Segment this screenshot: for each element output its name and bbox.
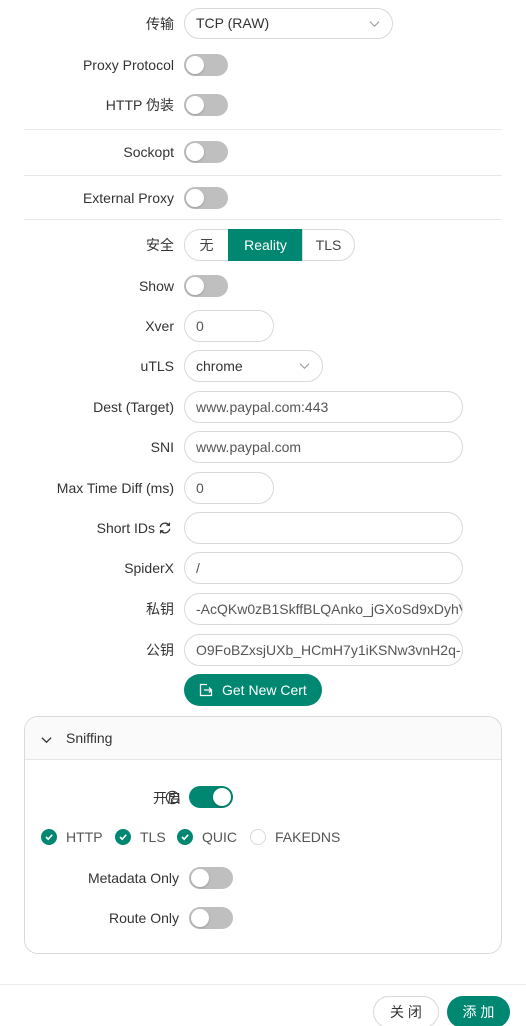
external-proxy-switch[interactable] xyxy=(184,187,228,209)
transport-value: TCP (RAW) xyxy=(196,15,270,31)
utls-row: uTLS chrome xyxy=(0,350,526,382)
utls-select[interactable]: chrome xyxy=(184,350,323,382)
private-key-input[interactable]: -AcQKw0zB1SkffBLQAnko_jGXoSd9xDyhV xyxy=(184,593,463,625)
utls-value: chrome xyxy=(196,358,243,374)
proxy-protocol-label: Proxy Protocol xyxy=(82,57,174,73)
close-button[interactable]: 关 闭 xyxy=(373,996,439,1026)
switch-knob xyxy=(191,869,209,887)
max-time-diff-input[interactable]: 0 xyxy=(184,472,274,504)
http-checkbox[interactable] xyxy=(41,829,57,845)
security-row: 安全 无 Reality TLS xyxy=(0,229,526,261)
sni-row: SNI www.paypal.com xyxy=(0,431,526,463)
switch-knob xyxy=(186,143,204,161)
sockopt-label: Sockopt xyxy=(123,144,174,160)
private-key-row: 私钥 -AcQKw0zB1SkffBLQAnko_jGXoSd9xDyhV xyxy=(0,593,526,625)
quic-checkbox-label: QUIC xyxy=(202,829,237,845)
divider xyxy=(24,129,502,130)
external-proxy-label: External Proxy xyxy=(82,190,174,206)
switch-knob xyxy=(186,277,204,295)
chevron-down-icon xyxy=(299,363,310,370)
quic-checkbox[interactable] xyxy=(177,829,193,845)
dest-row: Dest (Target) www.paypal.com:443 xyxy=(0,391,526,423)
metadata-only-switch[interactable] xyxy=(189,867,233,889)
short-ids-label: Short IDs xyxy=(96,520,155,536)
xver-row: Xver 0 xyxy=(0,310,526,342)
xver-label: Xver xyxy=(145,318,174,334)
get-new-cert-label: Get New Cert xyxy=(222,682,307,698)
transport-row: 传输 TCP (RAW) xyxy=(0,8,526,40)
external-proxy-row: External Proxy xyxy=(0,182,526,214)
divider xyxy=(24,219,502,220)
chevron-down-icon xyxy=(41,737,52,744)
fakedns-checkbox-label: FAKEDNS xyxy=(275,829,341,845)
check-icon xyxy=(45,834,53,841)
fakedns-checkbox[interactable] xyxy=(250,829,266,845)
tls-checkbox-label: TLS xyxy=(140,829,166,845)
dest-label: Dest (Target) xyxy=(93,399,174,415)
http-camouflage-label: HTTP 伪装 xyxy=(105,97,174,113)
max-time-diff-label: Max Time Diff (ms) xyxy=(56,480,174,496)
short-ids-row: Short IDs xyxy=(0,512,526,544)
http-checkbox-label: HTTP xyxy=(66,829,103,845)
metadata-only-label: Metadata Only xyxy=(87,870,179,886)
sockopt-row: Sockopt xyxy=(0,136,526,168)
proxy-protocol-row: Proxy Protocol xyxy=(0,49,526,81)
sockopt-switch[interactable] xyxy=(184,141,228,163)
public-key-label: 公钥 xyxy=(146,642,174,658)
http-camouflage-row: HTTP 伪装 xyxy=(0,89,526,121)
switch-knob xyxy=(186,96,204,114)
route-only-label: Route Only xyxy=(108,910,179,926)
public-key-input[interactable]: O9FoBZxsjUXb_HCmH7y1iKSNw3vnH2q- xyxy=(184,634,463,666)
sync-icon[interactable] xyxy=(158,521,172,535)
switch-knob xyxy=(186,56,204,74)
question-circle-icon[interactable] xyxy=(165,790,180,805)
utls-label: uTLS xyxy=(140,358,174,374)
check-icon xyxy=(181,834,189,841)
tls-checkbox[interactable] xyxy=(115,829,131,845)
divider xyxy=(24,175,502,176)
switch-knob xyxy=(191,909,209,927)
security-option-reality[interactable]: Reality xyxy=(228,229,303,261)
show-row: Show xyxy=(0,270,526,302)
get-new-cert-button[interactable]: Get New Cert xyxy=(184,674,322,706)
spiderx-label: SpiderX xyxy=(124,560,174,576)
security-option-tls[interactable]: TLS xyxy=(302,229,355,261)
http-camouflage-switch[interactable] xyxy=(184,94,228,116)
chevron-down-icon xyxy=(369,21,380,28)
spiderx-input[interactable]: / xyxy=(184,552,463,584)
sni-input[interactable]: www.paypal.com xyxy=(184,431,463,463)
sniffing-enable-switch[interactable] xyxy=(189,786,233,808)
show-label: Show xyxy=(138,278,174,294)
sni-label: SNI xyxy=(150,439,174,455)
sniffing-panel: Sniffing 开启 HTTP TLS QUIC FAKEDNS Metada… xyxy=(24,716,502,954)
security-label: 安全 xyxy=(146,237,174,253)
public-key-row: 公钥 O9FoBZxsjUXb_HCmH7y1iKSNw3vnH2q- xyxy=(0,634,526,666)
switch-knob xyxy=(213,788,231,806)
sniffing-panel-header[interactable]: Sniffing xyxy=(25,717,501,760)
max-time-diff-row: Max Time Diff (ms) 0 xyxy=(0,472,526,504)
show-switch[interactable] xyxy=(184,275,228,297)
transport-label: 传输 xyxy=(146,16,174,32)
footer-divider xyxy=(0,984,526,985)
private-key-label: 私钥 xyxy=(146,601,174,617)
export-icon xyxy=(199,683,213,697)
proxy-protocol-switch[interactable] xyxy=(184,54,228,76)
check-icon xyxy=(119,834,127,841)
security-option-none[interactable]: 无 xyxy=(184,229,229,261)
short-ids-input[interactable] xyxy=(184,512,463,544)
sniffing-title: Sniffing xyxy=(66,730,113,746)
dest-input[interactable]: www.paypal.com:443 xyxy=(184,391,463,423)
add-button[interactable]: 添 加 xyxy=(447,996,510,1026)
switch-knob xyxy=(186,189,204,207)
xver-input[interactable]: 0 xyxy=(184,310,274,342)
transport-select[interactable]: TCP (RAW) xyxy=(184,8,393,39)
spiderx-row: SpiderX / xyxy=(0,552,526,584)
route-only-switch[interactable] xyxy=(189,907,233,929)
